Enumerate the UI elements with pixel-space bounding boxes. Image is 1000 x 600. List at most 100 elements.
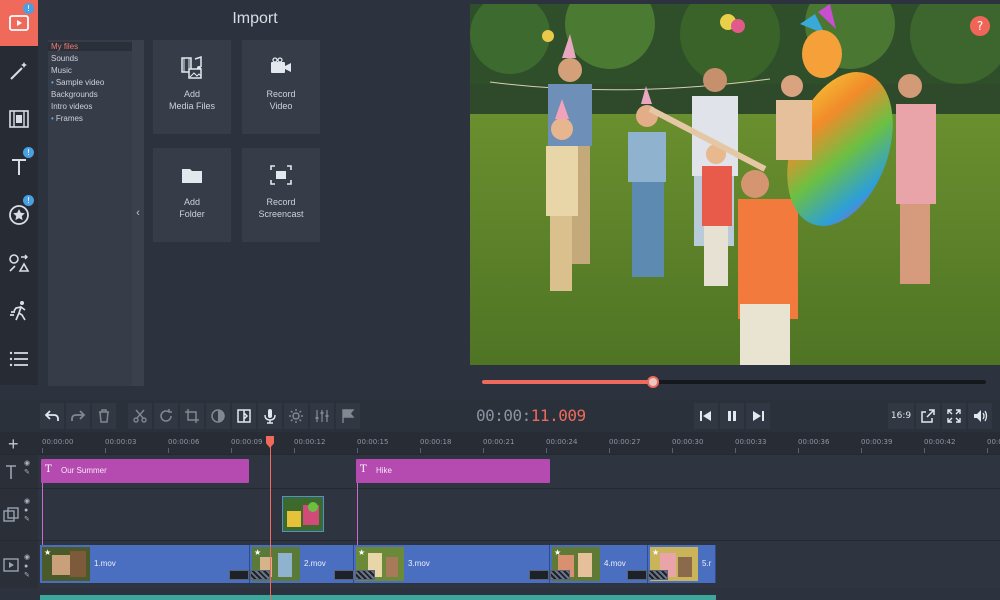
transition-marker[interactable]: [229, 570, 249, 580]
preview-frame-image: [470, 4, 1000, 365]
ruler-tick: [861, 448, 862, 453]
settings-button[interactable]: [284, 403, 308, 429]
transition-marker[interactable]: [627, 570, 647, 580]
color-adjust-button[interactable]: [206, 403, 230, 429]
add-folder-button[interactable]: Add Folder: [153, 148, 231, 242]
marker-button[interactable]: [336, 403, 360, 429]
import-heading: Import: [232, 10, 278, 27]
lock-icon[interactable]: ●: [24, 506, 30, 515]
ruler-tick: [546, 448, 547, 453]
video-track-header: [0, 541, 38, 588]
titles-tab-button[interactable]: !: [0, 144, 38, 190]
import-tab-button[interactable]: !: [0, 0, 38, 46]
overlay-track-toggles[interactable]: ◉ ● ✎: [24, 497, 30, 524]
file-category-backgrounds[interactable]: Backgrounds: [51, 90, 98, 99]
fullscreen-button[interactable]: [942, 403, 966, 429]
visibility-eye-icon[interactable]: ◉: [24, 459, 30, 468]
visibility-eye-icon[interactable]: ◉: [24, 497, 30, 506]
file-category-music[interactable]: Music: [51, 66, 72, 75]
timecode-base: 00:00:: [476, 406, 531, 425]
collapse-panel-button[interactable]: ‹: [132, 40, 144, 386]
aspect-ratio-button[interactable]: 16:9: [888, 403, 914, 429]
cut-button[interactable]: [128, 403, 152, 429]
volume-button[interactable]: [968, 403, 992, 429]
clip-properties-button[interactable]: [232, 403, 256, 429]
ruler-tick: [798, 448, 799, 453]
magic-wand-tab-button[interactable]: [0, 48, 38, 94]
file-category-my-files[interactable]: My files: [48, 42, 132, 51]
delete-button[interactable]: [92, 403, 116, 429]
add-track-button[interactable]: +: [8, 434, 19, 455]
title-link-line: [42, 483, 43, 545]
equalizer-icon: [315, 410, 329, 422]
equalizer-button[interactable]: [310, 403, 334, 429]
video-preview[interactable]: ?: [470, 4, 1000, 365]
seek-handle[interactable]: [647, 376, 660, 388]
motion-tab-button[interactable]: [0, 288, 38, 334]
mute-speaker-icon[interactable]: ●: [24, 562, 30, 571]
crop-icon: [185, 409, 199, 423]
titles-icon: [12, 159, 26, 175]
tool-rail: ! ! !: [0, 0, 38, 385]
undo-button[interactable]: [40, 403, 64, 429]
timecode-current: 11.009: [530, 406, 586, 425]
stickers-tab-button[interactable]: !: [0, 192, 38, 238]
file-category-sample-video[interactable]: • Sample video: [51, 78, 104, 87]
transition-marker[interactable]: [648, 570, 668, 580]
title-clip-hike[interactable]: T Hike: [356, 459, 550, 483]
playback-timecode: 00:00:11.009: [476, 406, 586, 425]
transition-marker[interactable]: [334, 570, 354, 580]
filters-tab-button[interactable]: [0, 96, 38, 142]
undo-icon: [44, 410, 59, 421]
video-clip-1[interactable]: ★ 1.mov: [40, 545, 250, 583]
video-clip-label: 5.r: [702, 559, 712, 568]
video-track-toggles[interactable]: ◉ ● ✎: [24, 553, 30, 580]
overlay-clip[interactable]: [282, 496, 324, 532]
file-category-sounds[interactable]: Sounds: [51, 54, 78, 63]
record-audio-button[interactable]: [258, 403, 282, 429]
help-button[interactable]: ?: [970, 16, 990, 36]
redo-button[interactable]: [66, 403, 90, 429]
record-video-button[interactable]: Record Video: [242, 40, 320, 134]
title-clip-label: Hike: [376, 466, 393, 475]
film-filters-icon: [9, 110, 29, 128]
transition-marker[interactable]: [550, 570, 570, 580]
rotate-button[interactable]: [154, 403, 178, 429]
titles-track-toggles[interactable]: ◉ ✎: [24, 459, 30, 477]
ruler-tick-label: 00:00:36: [798, 438, 830, 446]
playback-seek-bar[interactable]: [482, 376, 986, 388]
pause-button[interactable]: [720, 403, 744, 429]
transition-marker[interactable]: [529, 570, 549, 580]
add-media-files-button[interactable]: Add Media Files: [153, 40, 231, 134]
question-mark-icon: ?: [976, 19, 984, 33]
transitions-tab-button[interactable]: [0, 240, 38, 286]
overlay-track: [0, 488, 1000, 540]
skip-forward-button[interactable]: [746, 403, 770, 429]
favorite-star-icon: ★: [554, 548, 562, 557]
export-button[interactable]: [916, 403, 940, 429]
edit-pencil-icon[interactable]: ✎: [24, 468, 30, 477]
ruler-tick-label: 00:00:06: [168, 438, 200, 446]
edit-pencil-icon[interactable]: ✎: [24, 571, 30, 580]
crop-button[interactable]: [180, 403, 204, 429]
record-screencast-button[interactable]: Record Screencast: [242, 148, 320, 242]
transition-marker[interactable]: [355, 570, 375, 580]
skip-back-button[interactable]: [694, 403, 718, 429]
stickers-icon: [9, 205, 29, 225]
video-clip-3[interactable]: ★ 3.mov: [354, 545, 550, 583]
visibility-eye-icon[interactable]: ◉: [24, 553, 30, 562]
transition-marker[interactable]: [250, 570, 270, 580]
more-tab-button[interactable]: [0, 336, 38, 382]
audio-track-bar[interactable]: [40, 595, 716, 600]
file-category-frames[interactable]: • Frames: [51, 114, 83, 123]
playhead-line[interactable]: [270, 436, 271, 600]
file-category-intro-videos[interactable]: Intro videos: [51, 102, 92, 111]
title-clip-our-summer[interactable]: T Our Summer: [41, 459, 249, 483]
edit-pencil-icon[interactable]: ✎: [24, 515, 30, 524]
bullet-dot: •: [51, 114, 54, 123]
video-editor-window: ! ! ! My files Sounds Music • Sample vid…: [0, 0, 1000, 600]
files-category-list: My files Sounds Music • Sample video Back…: [48, 40, 132, 386]
ruler-tick-label: 00:00:24: [546, 438, 578, 446]
export-icon: [921, 409, 935, 423]
ruler-tick: [105, 448, 106, 453]
